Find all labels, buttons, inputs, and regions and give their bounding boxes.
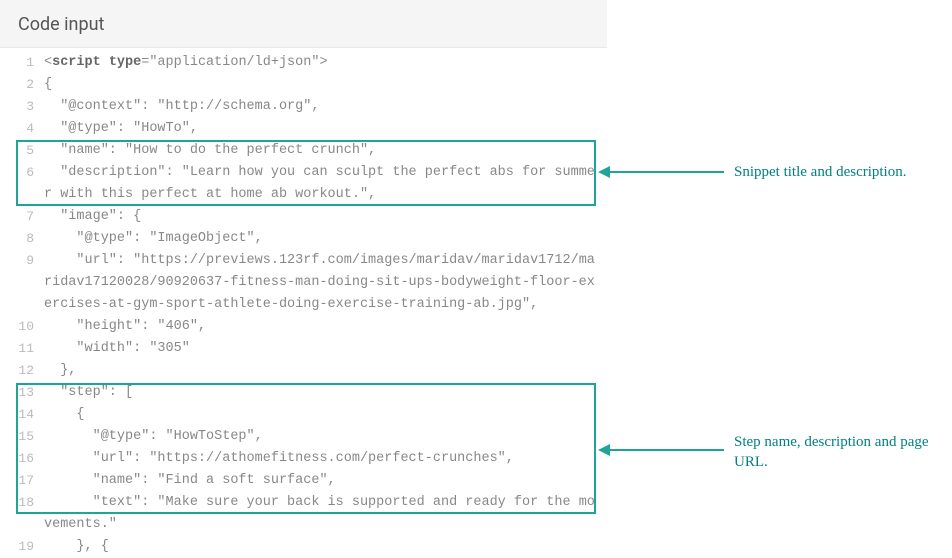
code-line: 6 "description": "Learn how you can scul…	[0, 162, 607, 206]
code-editor-panel: Code input 1<script type="application/ld…	[0, 0, 607, 517]
line-number: 14	[0, 404, 44, 426]
line-number: 11	[0, 338, 44, 360]
line-number: 17	[0, 470, 44, 492]
line-number: 13	[0, 382, 44, 404]
code-line: 17 "name": "Find a soft surface",	[0, 470, 607, 492]
line-number: 15	[0, 426, 44, 448]
code-line: 14 {	[0, 404, 607, 426]
code-line: 8 "@type": "ImageObject",	[0, 228, 607, 250]
code-content: <script type="application/ld+json">	[44, 52, 607, 74]
arrow-annotation-1	[596, 162, 726, 182]
line-number: 4	[0, 118, 44, 140]
code-line: 13 "step": [	[0, 382, 607, 404]
annotation-title-description: Snippet title and description.	[734, 162, 944, 182]
code-content: },	[44, 360, 607, 382]
line-number: 2	[0, 74, 44, 96]
code-content: "@type": "HowToStep",	[44, 426, 607, 448]
code-line: 16 "url": "https://athomefitness.com/per…	[0, 448, 607, 470]
arrow-annotation-2	[596, 440, 726, 460]
code-content: "name": "Find a soft surface",	[44, 470, 607, 492]
code-content: "url": "https://athomefitness.com/perfec…	[44, 448, 607, 470]
panel-header: Code input	[0, 0, 607, 48]
line-number: 5	[0, 140, 44, 162]
code-content: "description": "Learn how you can sculpt…	[44, 162, 607, 206]
code-content: "text": "Make sure your back is supporte…	[44, 492, 607, 536]
code-content: "@context": "http://schema.org",	[44, 96, 607, 118]
line-number: 12	[0, 360, 44, 382]
code-line: 4 "@type": "HowTo",	[0, 118, 607, 140]
code-content: }, {	[44, 536, 607, 558]
line-number: 8	[0, 228, 44, 250]
code-line: 19 }, {	[0, 536, 607, 558]
code-line: 11 "width": "305"	[0, 338, 607, 360]
code-content: "url": "https://previews.123rf.com/image…	[44, 250, 607, 316]
line-number: 7	[0, 206, 44, 228]
line-number: 19	[0, 536, 44, 558]
code-line: 18 "text": "Make sure your back is suppo…	[0, 492, 607, 536]
code-content: "step": [	[44, 382, 607, 404]
code-content: {	[44, 74, 607, 96]
code-line: 15 "@type": "HowToStep",	[0, 426, 607, 448]
code-content: "height": "406",	[44, 316, 607, 338]
code-line: 7 "image": {	[0, 206, 607, 228]
panel-title: Code input	[18, 14, 589, 35]
line-number: 10	[0, 316, 44, 338]
code-line: 10 "height": "406",	[0, 316, 607, 338]
code-area[interactable]: 1<script type="application/ld+json">2{3 …	[0, 48, 607, 558]
code-line: 5 "name": "How to do the perfect crunch"…	[0, 140, 607, 162]
code-content: "width": "305"	[44, 338, 607, 360]
line-number: 18	[0, 492, 44, 514]
code-content: "image": {	[44, 206, 607, 228]
code-content: "@type": "ImageObject",	[44, 228, 607, 250]
line-number: 6	[0, 162, 44, 184]
annotation-step: Step name, description and page URL.	[734, 432, 944, 473]
code-line: 3 "@context": "http://schema.org",	[0, 96, 607, 118]
code-line: 12 },	[0, 360, 607, 382]
line-number: 1	[0, 52, 44, 74]
code-line: 2{	[0, 74, 607, 96]
code-content: "@type": "HowTo",	[44, 118, 607, 140]
line-number: 9	[0, 250, 44, 272]
line-number: 3	[0, 96, 44, 118]
code-content: {	[44, 404, 607, 426]
line-number: 16	[0, 448, 44, 470]
code-content: "name": "How to do the perfect crunch",	[44, 140, 607, 162]
code-line: 1<script type="application/ld+json">	[0, 52, 607, 74]
code-line: 9 "url": "https://previews.123rf.com/ima…	[0, 250, 607, 316]
